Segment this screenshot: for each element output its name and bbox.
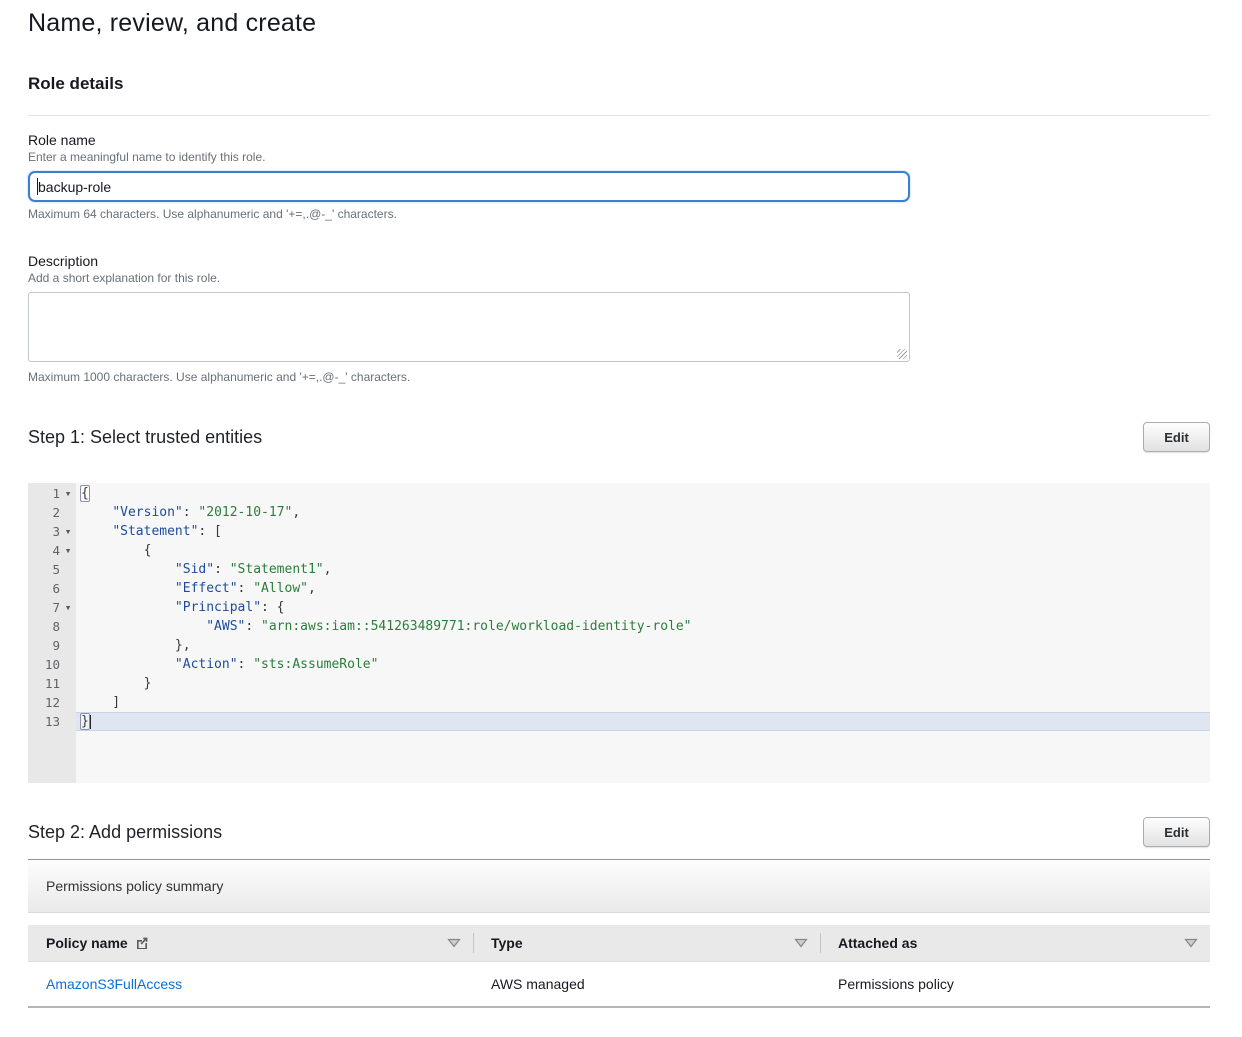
code-fold-icon[interactable]: ▾: [60, 522, 76, 541]
code-caret: [90, 715, 91, 729]
line-number: 6: [28, 579, 60, 598]
code-fold-icon[interactable]: ▾: [60, 541, 76, 560]
page-container: Name, review, and create Role details Ro…: [0, 0, 1242, 1008]
sort-icon[interactable]: [794, 938, 808, 948]
attached-as-header-label: Attached as: [838, 935, 917, 951]
line-number: 4: [28, 541, 60, 560]
policy-type-cell: AWS managed: [473, 961, 820, 1007]
line-number: 9: [28, 636, 60, 655]
role-name-input-wrap: [28, 171, 910, 202]
code-fold-icon: [60, 674, 76, 693]
permissions-panel-title: Permissions policy summary: [46, 878, 223, 894]
code-line[interactable]: 3▾ "Statement": [: [28, 522, 1210, 541]
step1-heading: Step 1: Select trusted entities: [28, 427, 262, 448]
policy-name-header-label: Policy name: [46, 935, 128, 951]
description-textarea[interactable]: [28, 292, 910, 362]
code-fold-icon: [60, 579, 76, 598]
table-header-row: Policy name Type: [28, 925, 1210, 961]
role-name-label: Role name: [28, 132, 1210, 148]
code-fold-icon: [60, 693, 76, 712]
sort-icon[interactable]: [1184, 938, 1198, 948]
line-number: 2: [28, 503, 60, 522]
code-fold-icon: [60, 617, 76, 636]
description-textarea-wrap: [28, 292, 910, 362]
column-header-attached-as[interactable]: Attached as: [820, 925, 1210, 961]
line-number: 8: [28, 617, 60, 636]
description-constraint: Maximum 1000 characters. Use alphanumeri…: [28, 370, 1210, 384]
external-link-icon: [135, 936, 149, 950]
code-line[interactable]: 7▾ "Principal": {: [28, 598, 1210, 617]
code-line[interactable]: 11 }: [28, 674, 1210, 693]
code-fold-icon[interactable]: ▾: [60, 484, 76, 503]
step2-header-row: Step 2: Add permissions Edit: [28, 817, 1210, 847]
page-title: Name, review, and create: [28, 0, 1210, 38]
trust-policy-editor[interactable]: 1▾{2 "Version": "2012-10-17",3▾ "Stateme…: [28, 483, 1210, 783]
role-name-hint: Enter a meaningful name to identify this…: [28, 150, 1210, 164]
role-name-input[interactable]: [28, 171, 910, 202]
permissions-panel: Permissions policy summary Policy name: [28, 859, 1210, 1008]
code-fold-icon: [60, 636, 76, 655]
code-fold-icon: [60, 655, 76, 674]
code-line[interactable]: 13}: [28, 712, 1210, 731]
line-number: 13: [28, 712, 60, 731]
step2-edit-button[interactable]: Edit: [1143, 817, 1210, 847]
role-details-heading: Role details: [28, 74, 1210, 94]
step2-heading: Step 2: Add permissions: [28, 822, 222, 843]
code-line[interactable]: 12 ]: [28, 693, 1210, 712]
description-hint: Add a short explanation for this role.: [28, 271, 1210, 285]
code-line[interactable]: 10 "Action": "sts:AssumeRole": [28, 655, 1210, 674]
code-fold-icon: [60, 503, 76, 522]
section-divider: [28, 115, 1210, 116]
line-number: 11: [28, 674, 60, 693]
code-line[interactable]: 9 },: [28, 636, 1210, 655]
permissions-table: Policy name Type: [28, 925, 1210, 1008]
sort-icon[interactable]: [447, 938, 461, 948]
policy-editor-lines: 1▾{2 "Version": "2012-10-17",3▾ "Stateme…: [28, 483, 1210, 731]
line-number: 10: [28, 655, 60, 674]
code-fold-icon: [60, 712, 76, 731]
policy-name-link[interactable]: AmazonS3FullAccess: [46, 976, 182, 992]
text-caret: [37, 178, 38, 195]
policy-attached-as-cell: Permissions policy: [820, 961, 1210, 1007]
column-header-type[interactable]: Type: [473, 925, 820, 961]
step1-edit-button[interactable]: Edit: [1143, 422, 1210, 452]
code-line[interactable]: 8 "AWS": "arn:aws:iam::541263489771:role…: [28, 617, 1210, 636]
table-row: AmazonS3FullAccess AWS managed Permissio…: [28, 961, 1210, 1007]
description-label: Description: [28, 253, 1210, 269]
code-fold-icon: [60, 560, 76, 579]
line-number: 3: [28, 522, 60, 541]
code-fold-icon[interactable]: ▾: [60, 598, 76, 617]
permissions-panel-header: Permissions policy summary: [28, 859, 1210, 913]
code-line[interactable]: 5 "Sid": "Statement1",: [28, 560, 1210, 579]
line-number: 1: [28, 484, 60, 503]
code-line[interactable]: 1▾{: [28, 484, 1210, 503]
code-line[interactable]: 6 "Effect": "Allow",: [28, 579, 1210, 598]
role-name-constraint: Maximum 64 characters. Use alphanumeric …: [28, 207, 1210, 221]
code-line[interactable]: 4▾ {: [28, 541, 1210, 560]
column-header-policy-name[interactable]: Policy name: [28, 925, 473, 961]
type-header-label: Type: [491, 935, 523, 951]
line-number: 12: [28, 693, 60, 712]
step1-header-row: Step 1: Select trusted entities Edit: [28, 422, 1210, 452]
code-line[interactable]: 2 "Version": "2012-10-17",: [28, 503, 1210, 522]
line-number: 5: [28, 560, 60, 579]
line-number: 7: [28, 598, 60, 617]
